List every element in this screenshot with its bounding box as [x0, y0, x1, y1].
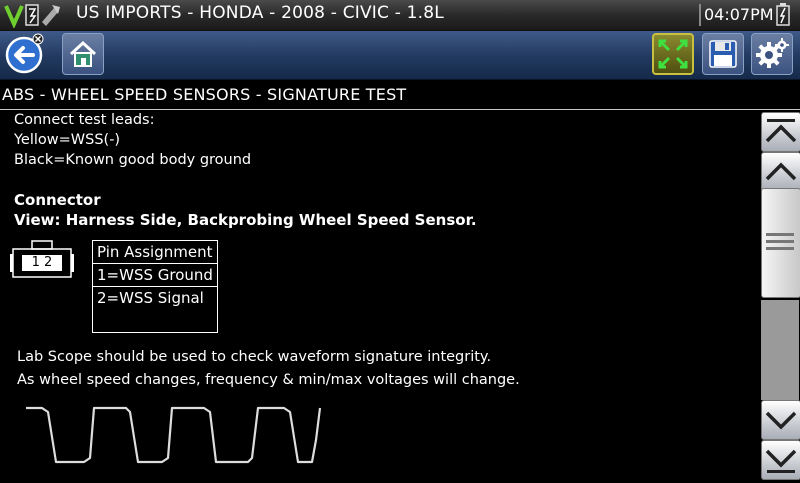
- scroll-thumb[interactable]: [761, 188, 800, 298]
- fullscreen-button[interactable]: [652, 33, 694, 75]
- pin-assignment-table: Pin Assignment 1=WSS Ground 2=WSS Signal: [92, 240, 218, 333]
- floppy-disk-icon: [709, 40, 737, 68]
- save-button[interactable]: [702, 33, 744, 75]
- pin-table-cell: 2=WSS Signal: [92, 286, 218, 333]
- snap-on-logo-icon: [4, 4, 60, 28]
- scroll-up-icon: [765, 162, 797, 181]
- home-icon: [69, 40, 97, 67]
- back-arrow-icon: [5, 33, 44, 74]
- pin-table-header: Pin Assignment: [92, 240, 218, 264]
- vehicle-title: US IMPORTS - HONDA - 2008 - CIVIC - 1.8L: [76, 3, 444, 23]
- table-header-row: Pin Assignment: [92, 240, 218, 264]
- scroll-to-bottom-button[interactable]: [761, 440, 800, 480]
- connector-title: Connector: [14, 191, 101, 209]
- lead-black-text: Black=Known good body ground: [14, 152, 252, 168]
- pin-table-cell: 1=WSS Ground: [92, 263, 218, 287]
- title-bar: US IMPORTS - HONDA - 2008 - CIVIC - 1.8L…: [0, 0, 800, 31]
- waveform-example-image: [26, 406, 322, 464]
- table-row: 1=WSS Ground: [92, 263, 218, 287]
- battery-icon: [776, 3, 790, 26]
- note-waveform-integrity: Lab Scope should be used to check wavefo…: [17, 349, 492, 365]
- clock: 04:07PM: [704, 5, 774, 24]
- lead-intro-text: Connect test leads:: [14, 112, 155, 128]
- note-voltage-change: As wheel speed changes, frequency & min/…: [17, 372, 520, 388]
- settings-button[interactable]: [751, 33, 793, 75]
- connector-pin-labels: 1 2: [31, 255, 53, 270]
- scroll-up-button[interactable]: [761, 152, 800, 192]
- scroll-to-top-icon: [765, 119, 797, 143]
- scroll-to-bottom-icon: [765, 449, 797, 473]
- scroll-track[interactable]: [761, 300, 799, 400]
- scroll-to-top-button[interactable]: [761, 112, 800, 152]
- scroll-down-icon: [765, 411, 797, 430]
- grip-lines-icon: [766, 233, 794, 250]
- status-divider: [699, 4, 701, 26]
- scroll-down-button[interactable]: [761, 400, 800, 440]
- vertical-scrollbar[interactable]: [760, 110, 800, 480]
- page-title: ABS - WHEEL SPEED SENSORS - SIGNATURE TE…: [2, 85, 407, 104]
- back-button[interactable]: [3, 33, 45, 75]
- home-button[interactable]: [62, 33, 104, 75]
- toolbar: [0, 31, 800, 80]
- connector-diagram: 1 2: [10, 240, 74, 282]
- fullscreen-toggle-icon: [658, 39, 688, 69]
- gear-icon: [756, 38, 789, 68]
- connector-view-text: View: Harness Side, Backprobing Wheel Sp…: [14, 211, 477, 229]
- lead-yellow-text: Yellow=WSS(-): [14, 132, 121, 148]
- test-procedure-content: Connect test leads: Yellow=WSS(-) Black=…: [0, 110, 758, 480]
- table-row: 2=WSS Signal: [92, 286, 218, 333]
